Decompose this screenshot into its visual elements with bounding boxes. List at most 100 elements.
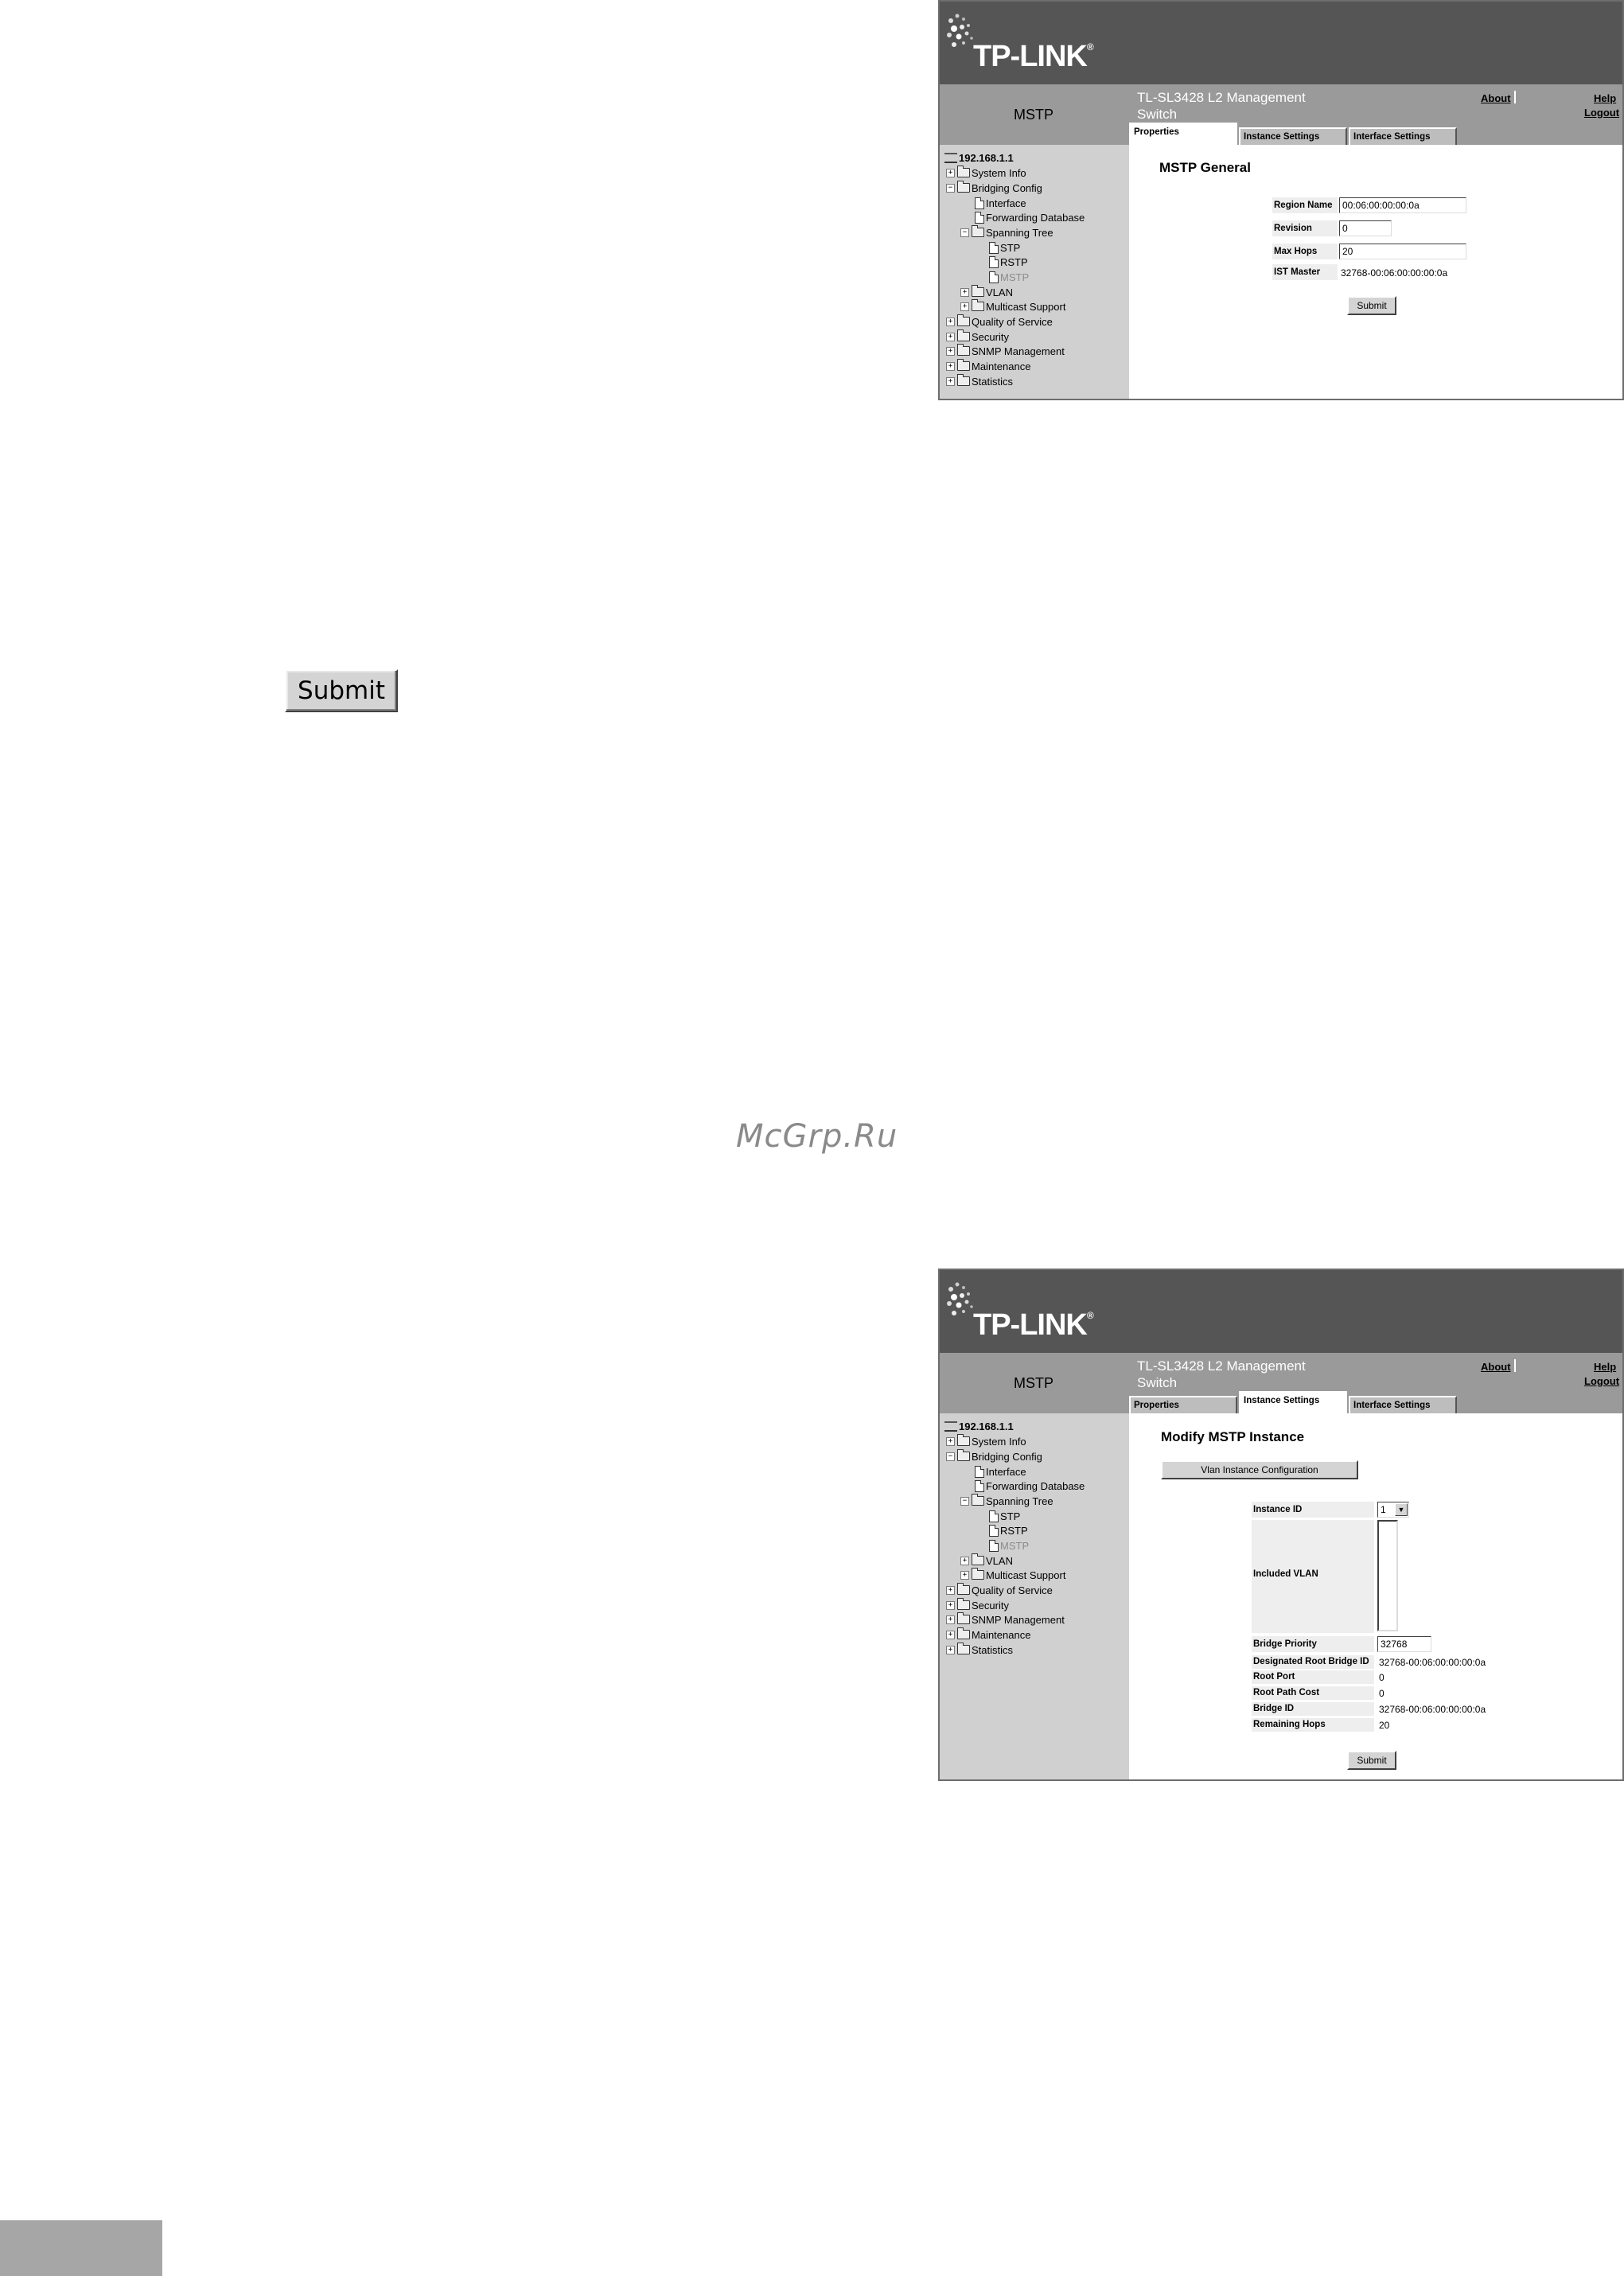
- revision-input[interactable]: [1339, 220, 1392, 236]
- submit-button-large[interactable]: Submit: [285, 669, 398, 712]
- expand-icon[interactable]: +: [946, 1615, 955, 1624]
- tab-properties[interactable]: Properties: [1129, 123, 1237, 145]
- tree-item-maintenance[interactable]: + Maintenance: [946, 1627, 1030, 1642]
- expand-icon[interactable]: +: [960, 1570, 969, 1580]
- folder-icon: [972, 285, 984, 297]
- about-link[interactable]: About: [1481, 1361, 1511, 1373]
- logout-link[interactable]: Logout: [1584, 1375, 1619, 1387]
- tree-item-snmp-management[interactable]: + SNMP Management: [946, 1612, 1065, 1627]
- tree-item-system-info[interactable]: + System Info: [946, 1434, 1026, 1448]
- region-name-input[interactable]: [1339, 197, 1466, 213]
- root-port-label: Root Port: [1253, 1672, 1295, 1682]
- tree-item-rstp[interactable]: RSTP: [989, 255, 1028, 269]
- tree-item-spanning-tree[interactable]: − Spanning Tree: [960, 225, 1053, 240]
- tree-item-statistics[interactable]: + Statistics: [946, 374, 1013, 388]
- bridge-priority-label: Bridge Priority: [1253, 1639, 1317, 1649]
- expand-icon[interactable]: +: [946, 1585, 955, 1595]
- tree-item-vlan[interactable]: + VLAN: [960, 285, 1013, 299]
- folder-icon: [957, 329, 970, 341]
- tree-item-stp[interactable]: STP: [989, 1509, 1020, 1523]
- tab-interface-settings[interactable]: Interface Settings: [1349, 1396, 1457, 1413]
- bridge-priority-input[interactable]: [1377, 1636, 1431, 1652]
- tree-item-mstp[interactable]: MSTP: [989, 270, 1029, 284]
- tab-instance-settings[interactable]: Instance Settings: [1239, 127, 1347, 145]
- instance-id-select[interactable]: 1 ▼: [1377, 1502, 1409, 1518]
- main-content: MSTP General Region Name Revision Max Ho…: [1129, 145, 1622, 399]
- folder-icon: [957, 1643, 970, 1654]
- tree-item-quality-of-service[interactable]: + Quality of Service: [946, 1583, 1053, 1597]
- expand-icon[interactable]: +: [946, 376, 955, 386]
- folder-icon: [957, 1434, 970, 1446]
- expand-icon[interactable]: +: [946, 1436, 955, 1446]
- bridge-id-value: 32768-00:06:00:00:00:0a: [1379, 1704, 1486, 1715]
- folder-icon: [957, 1583, 970, 1595]
- folder-icon: [957, 1449, 970, 1461]
- help-link[interactable]: Help: [1594, 92, 1616, 104]
- tree-item-stp[interactable]: STP: [989, 240, 1020, 255]
- expand-icon[interactable]: +: [946, 317, 955, 326]
- product-name: TL-SL3428 L2 Management Switch: [1137, 1358, 1306, 1390]
- tree-item-snmp-management[interactable]: + SNMP Management: [946, 344, 1065, 358]
- tree-item-root[interactable]: 192.168.1.1: [944, 1419, 1014, 1433]
- remaining-hops-value: 20: [1379, 1720, 1390, 1731]
- collapse-icon[interactable]: −: [946, 183, 955, 193]
- tree-item-interface[interactable]: Interface: [975, 1464, 1026, 1479]
- about-link[interactable]: About: [1481, 92, 1511, 104]
- folder-icon: [957, 181, 970, 193]
- tree-item-forwarding-database[interactable]: Forwarding Database: [975, 1479, 1085, 1493]
- max-hops-input[interactable]: [1339, 244, 1466, 259]
- tab-interface-settings[interactable]: Interface Settings: [1349, 127, 1457, 145]
- collapse-icon[interactable]: −: [946, 1452, 955, 1461]
- document-icon: [989, 255, 999, 268]
- expand-icon[interactable]: +: [946, 168, 955, 177]
- designated-root-bridge-id-label: Designated Root Bridge ID: [1253, 1657, 1369, 1666]
- tree-item-maintenance[interactable]: + Maintenance: [946, 359, 1030, 373]
- tree-item-quality-of-service[interactable]: + Quality of Service: [946, 314, 1053, 329]
- tree-item-spanning-tree[interactable]: − Spanning Tree: [960, 1494, 1053, 1508]
- expand-icon[interactable]: +: [946, 332, 955, 341]
- submit-button[interactable]: Submit: [1347, 1751, 1396, 1770]
- tree-item-rstp[interactable]: RSTP: [989, 1523, 1028, 1537]
- expand-icon[interactable]: +: [946, 361, 955, 371]
- tree-item-root[interactable]: 192.168.1.1: [944, 150, 1014, 165]
- logout-link[interactable]: Logout: [1584, 107, 1619, 119]
- tree-item-bridging-config[interactable]: − Bridging Config: [946, 181, 1042, 195]
- tree-item-forwarding-database[interactable]: Forwarding Database: [975, 210, 1085, 224]
- folder-icon: [957, 359, 970, 371]
- revision-label: Revision: [1274, 224, 1312, 233]
- tree-item-security[interactable]: + Security: [946, 1598, 1009, 1612]
- expand-icon[interactable]: +: [946, 1645, 955, 1654]
- tab-properties[interactable]: Properties: [1129, 1396, 1237, 1413]
- tree-item-vlan[interactable]: + VLAN: [960, 1553, 1013, 1568]
- collapse-icon[interactable]: −: [960, 1496, 969, 1506]
- tree-item-statistics[interactable]: + Statistics: [946, 1643, 1013, 1657]
- tree-item-security[interactable]: + Security: [946, 329, 1009, 344]
- main-content: Modify MSTP Instance Vlan Instance Confi…: [1129, 1413, 1622, 1779]
- document-icon: [989, 271, 999, 283]
- expand-icon[interactable]: +: [960, 302, 969, 311]
- expand-icon[interactable]: +: [946, 1600, 955, 1610]
- tree-item-multicast-support[interactable]: + Multicast Support: [960, 1568, 1065, 1582]
- network-icon: [944, 1421, 957, 1432]
- product-name: TL-SL3428 L2 Management Switch: [1137, 90, 1306, 122]
- header-banner: TP-LINK®: [940, 1270, 1622, 1353]
- expand-icon[interactable]: +: [946, 1630, 955, 1639]
- included-vlan-listbox[interactable]: [1377, 1520, 1398, 1631]
- remaining-hops-label: Remaining Hops: [1253, 1720, 1326, 1729]
- expand-icon[interactable]: +: [946, 346, 955, 356]
- tree-item-interface[interactable]: Interface: [975, 196, 1026, 210]
- expand-icon[interactable]: +: [960, 1556, 969, 1565]
- help-link[interactable]: Help: [1594, 1361, 1616, 1373]
- tree-item-bridging-config[interactable]: − Bridging Config: [946, 1449, 1042, 1463]
- tree-item-system-info[interactable]: + System Info: [946, 166, 1026, 180]
- root-path-cost-value: 0: [1379, 1688, 1384, 1699]
- collapse-icon[interactable]: −: [960, 228, 969, 237]
- tree-item-mstp[interactable]: MSTP: [989, 1538, 1029, 1553]
- tab-instance-settings[interactable]: Instance Settings: [1239, 1391, 1347, 1413]
- tree-item-multicast-support[interactable]: + Multicast Support: [960, 299, 1065, 314]
- vlan-instance-configuration-button[interactable]: Vlan Instance Configuration: [1161, 1460, 1358, 1479]
- chevron-down-icon[interactable]: ▼: [1395, 1503, 1408, 1516]
- submit-button[interactable]: Submit: [1347, 296, 1396, 315]
- expand-icon[interactable]: +: [960, 287, 969, 297]
- folder-icon: [957, 1598, 970, 1610]
